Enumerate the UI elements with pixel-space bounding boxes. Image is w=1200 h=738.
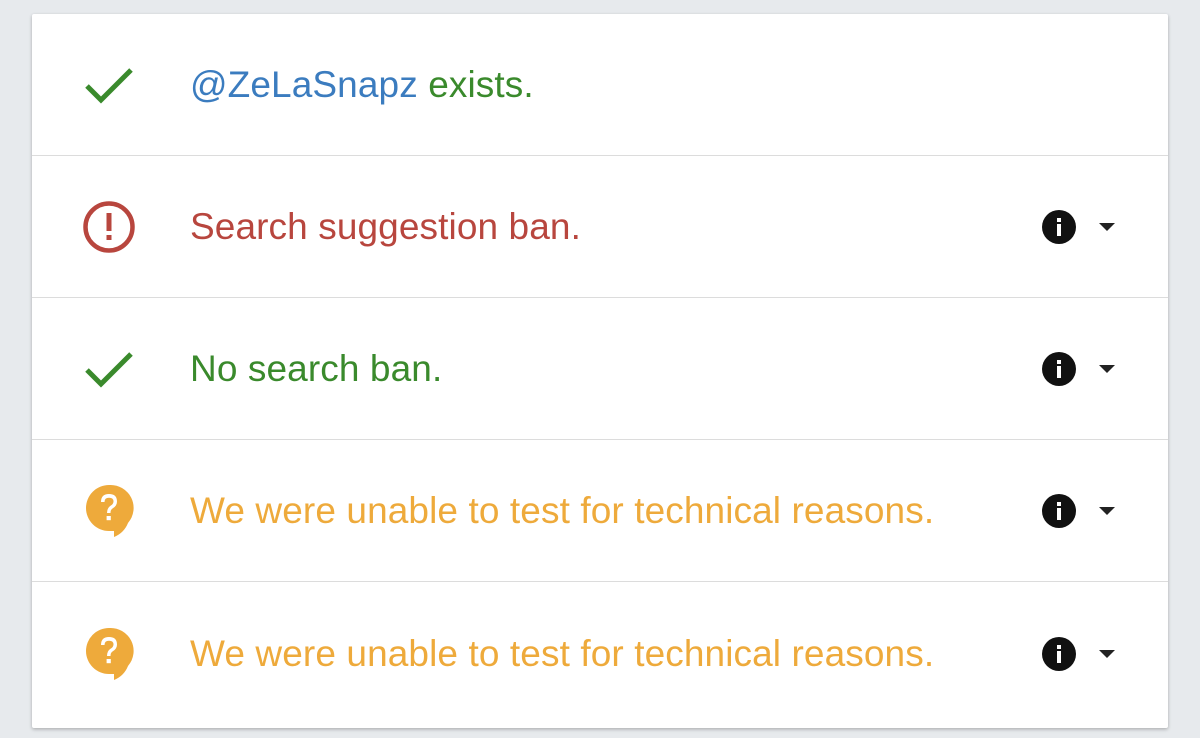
result-message: We were unable to test for technical rea… <box>190 633 935 674</box>
info-icon <box>1042 351 1076 386</box>
result-message: Search suggestion ban. <box>190 205 581 247</box>
expand-button[interactable] <box>1090 352 1124 386</box>
result-row-account-exists: @ZeLaSnapz exists. <box>32 14 1168 156</box>
account-handle[interactable]: @ZeLaSnapz <box>190 64 418 105</box>
expand-button[interactable] <box>1090 210 1124 244</box>
info-icon <box>1042 493 1076 528</box>
check-icon <box>80 340 138 398</box>
alert-circle-icon <box>80 198 138 256</box>
result-row-search-ban: No search ban. <box>32 298 1168 440</box>
info-button[interactable] <box>1041 209 1077 245</box>
expand-button[interactable] <box>1090 637 1124 671</box>
check-icon <box>80 56 138 114</box>
result-row-reply-deboosting: We were unable to test for technical rea… <box>32 582 1168 726</box>
result-message: No search ban. <box>190 347 443 389</box>
result-row-ghost-ban: We were unable to test for technical rea… <box>32 440 1168 582</box>
info-icon <box>1042 637 1076 671</box>
expand-button[interactable] <box>1090 494 1124 528</box>
info-button[interactable] <box>1041 636 1077 672</box>
info-icon <box>1042 209 1076 244</box>
caret-down-icon <box>1099 222 1115 231</box>
question-bubble-icon <box>80 482 138 540</box>
info-button[interactable] <box>1041 351 1077 387</box>
results-card: @ZeLaSnapz exists. Search suggestion ban… <box>32 14 1168 728</box>
result-text: @ZeLaSnapz exists. <box>190 64 534 106</box>
question-bubble-icon <box>80 625 138 683</box>
result-message: exists. <box>417 63 534 105</box>
info-button[interactable] <box>1041 493 1077 529</box>
caret-down-icon <box>1099 650 1115 658</box>
caret-down-icon <box>1099 506 1115 515</box>
caret-down-icon <box>1099 364 1115 373</box>
result-message: We were unable to test for technical rea… <box>190 489 935 531</box>
result-row-search-suggestion-ban: Search suggestion ban. <box>32 156 1168 298</box>
